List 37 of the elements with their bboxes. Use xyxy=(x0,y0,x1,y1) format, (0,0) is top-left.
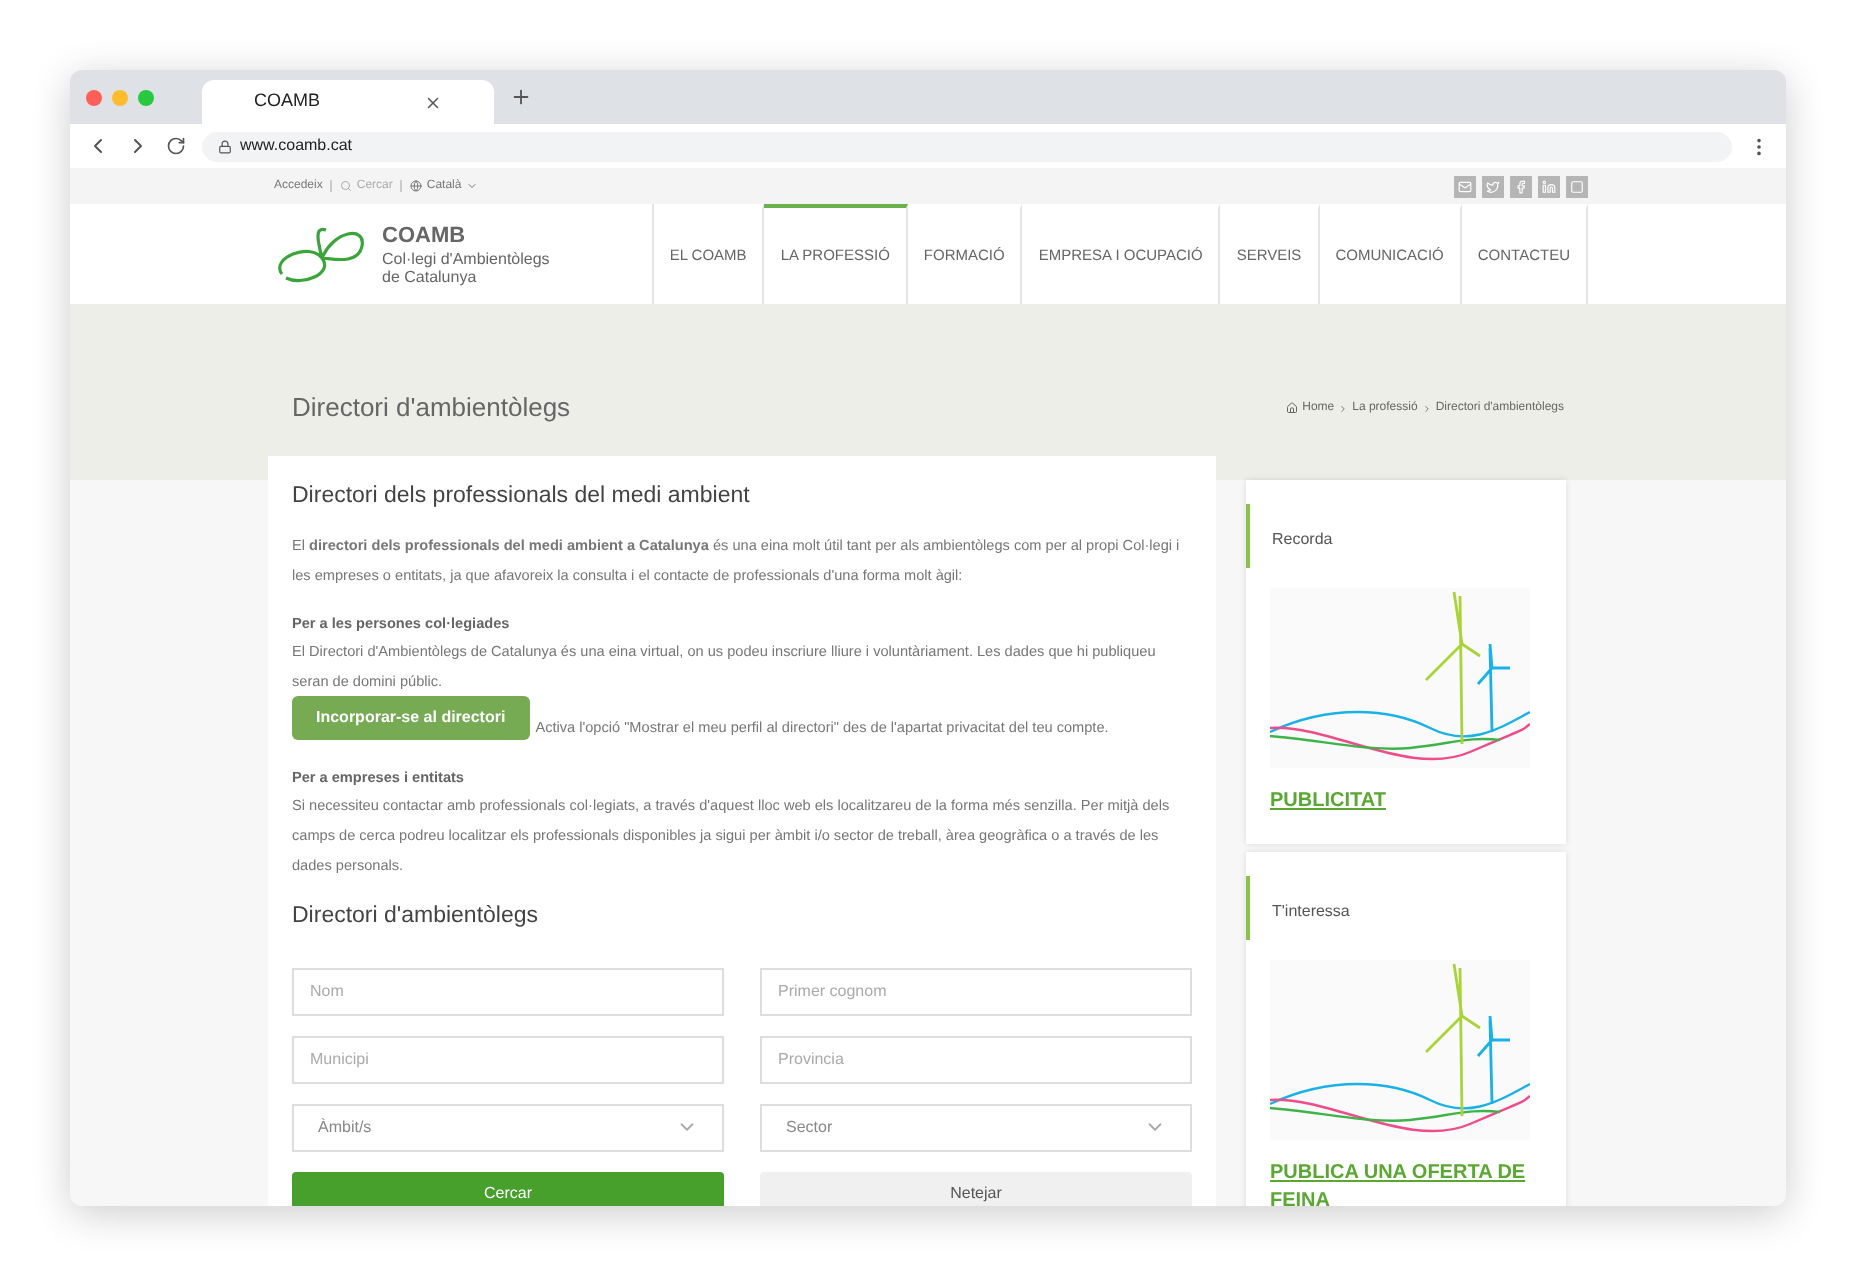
search-icon xyxy=(340,180,353,192)
logo-subtitle: Col·legi d'Ambientòlegs xyxy=(382,249,550,267)
widget-heading: Recorda xyxy=(1272,530,1333,548)
browser-tab[interactable]: COAMB xyxy=(202,80,494,124)
input-field[interactable]: Primer cognom xyxy=(760,967,1192,1015)
logo-subtitle: de Catalunya xyxy=(382,267,477,285)
in-letter-icon[interactable] xyxy=(1538,175,1560,197)
widget-link[interactable]: PUBLICA UNA OFERTA DE FEINA xyxy=(1270,1160,1542,1206)
input-field[interactable]: Provincia xyxy=(760,1035,1192,1083)
logo-icon xyxy=(274,222,370,286)
mail-icon[interactable] xyxy=(1454,175,1476,197)
separator-icon xyxy=(1421,403,1432,413)
widget-heading: T'interessa xyxy=(1272,902,1350,920)
f-letter-icon[interactable] xyxy=(1510,175,1532,197)
address-bar[interactable]: www.coamb.cat xyxy=(202,131,1732,161)
logo-title: COAMB xyxy=(382,223,468,249)
close-tab-icon[interactable] xyxy=(424,93,442,111)
input-field[interactable]: Municipi xyxy=(292,1035,724,1083)
search-button[interactable]: Cercar xyxy=(292,1171,724,1206)
section-heading: Directori dels professionals del medi ambient xyxy=(292,482,752,512)
dropdown-field[interactable]: Sector xyxy=(760,1103,1192,1151)
lock-icon xyxy=(218,139,232,153)
separator-icon xyxy=(1338,403,1349,413)
bird-icon[interactable] xyxy=(1482,175,1504,197)
logo[interactable]: COAMB Col·legi d'Ambientòlegs de Catalunya xyxy=(274,222,550,286)
clear-button[interactable]: Netejar xyxy=(760,1171,1192,1206)
reload-icon[interactable] xyxy=(166,136,186,156)
home-icon xyxy=(1286,402,1299,414)
square-icon[interactable] xyxy=(1566,175,1588,197)
new-tab-icon[interactable] xyxy=(510,86,532,108)
input-field[interactable]: Nom xyxy=(292,967,724,1015)
widget-link[interactable]: PUBLICITAT xyxy=(1270,788,1542,816)
dropdown-field[interactable]: Àmbit/s xyxy=(292,1103,724,1151)
form-heading: Directori d'ambientòlegs xyxy=(292,902,541,933)
page-title: Directori d'ambientòlegs xyxy=(290,390,571,427)
caret-icon xyxy=(465,180,478,192)
globe-icon xyxy=(410,180,423,192)
